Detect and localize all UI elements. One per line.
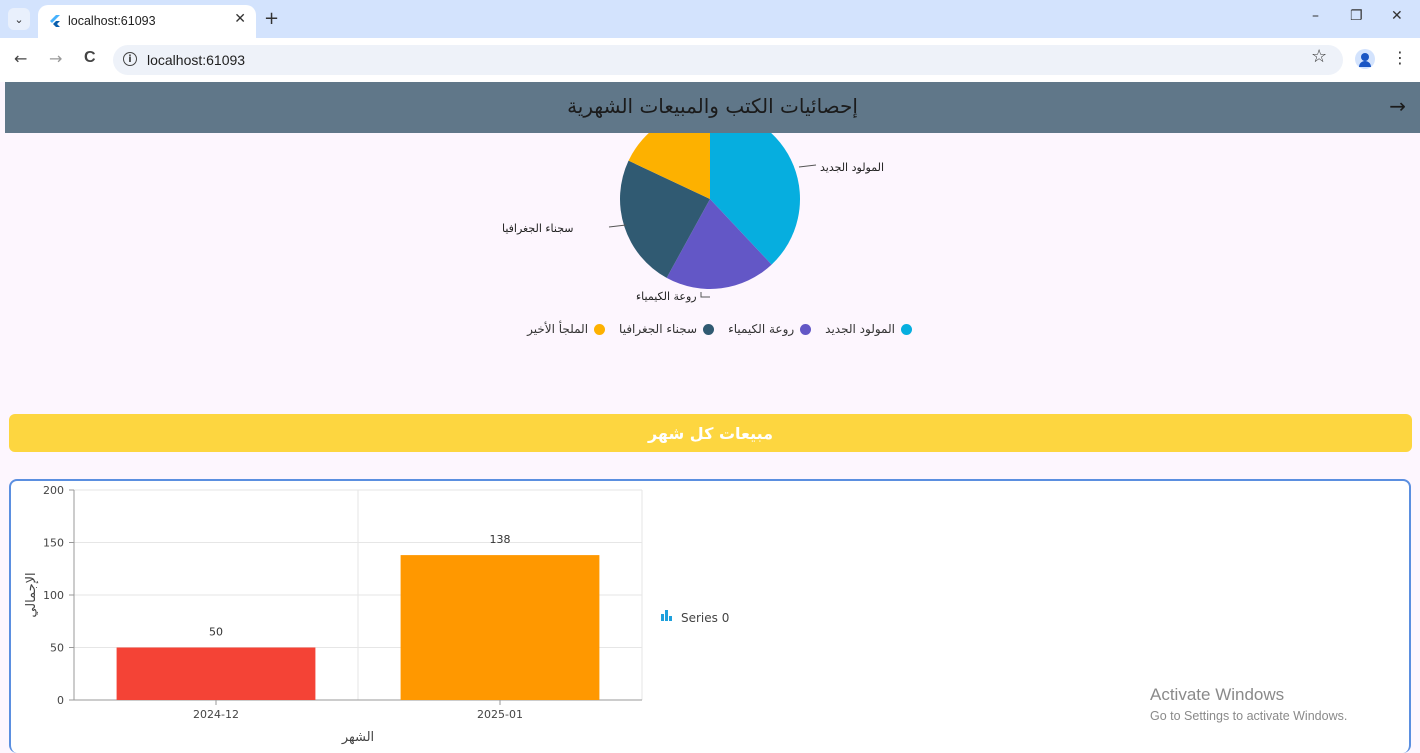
legend-item[interactable]: الملجأ الأخير [527, 322, 606, 336]
x-axis-title: الشهر [341, 730, 374, 745]
x-tick-label: 2024-12 [193, 708, 239, 721]
browser-toolbar: ← → C i localhost:61093 ☆ ⋮ [0, 38, 1420, 82]
bookmark-star-icon[interactable]: ☆ [1311, 46, 1327, 67]
browser-tab[interactable]: localhost:61093 ✕ [38, 5, 256, 38]
legend-item[interactable]: سجناء الجغرافيا [619, 322, 715, 336]
pie-legend-icon [594, 323, 606, 335]
bar[interactable] [400, 555, 600, 700]
pie-label-connector [608, 224, 627, 228]
y-tick-label: 50 [50, 642, 64, 655]
browser-menu-icon[interactable]: ⋮ [1392, 48, 1408, 67]
y-tick-label: 150 [43, 537, 64, 550]
y-tick-label: 0 [57, 694, 64, 707]
bar-data-label: 138 [490, 533, 511, 546]
flutter-favicon-icon [50, 15, 60, 27]
url-text: localhost:61093 [147, 52, 246, 68]
pie-chart [608, 133, 817, 298]
y-tick-label: 100 [43, 589, 64, 602]
watermark-line-2: Go to Settings to activate Windows. [1150, 709, 1348, 723]
bar[interactable] [116, 647, 316, 701]
bar-legend-label: Series 0 [681, 611, 729, 625]
pie-label-connector [700, 292, 710, 298]
app-bar: إحصائيات الكتب والمبيعات الشهرية → [5, 82, 1420, 133]
tab-close-icon[interactable]: ✕ [234, 11, 246, 27]
window-close-button[interactable]: ✕ [1391, 8, 1403, 24]
reload-button[interactable]: C [84, 49, 96, 67]
legend-label: روعة الكيمياء [728, 322, 795, 336]
activate-windows-watermark: Activate Windows Go to Settings to activ… [1150, 685, 1347, 723]
bar-chart-icon [661, 610, 672, 621]
y-tick-label: 200 [43, 484, 64, 497]
address-bar[interactable]: i localhost:61093 [113, 45, 1343, 75]
minimize-button[interactable]: – [1312, 8, 1319, 24]
bar-data-label: 50 [209, 626, 223, 639]
bar-legend-item[interactable]: Series 0 [661, 610, 729, 625]
pie-label-newborn: المولود الجديد [820, 161, 884, 174]
pie-label-chemistry: روعة الكيمياء [636, 290, 697, 303]
back-button[interactable]: ← [14, 49, 27, 68]
page-title: إحصائيات الكتب والمبيعات الشهرية [567, 94, 858, 118]
legend-item[interactable]: المولود الجديد [825, 322, 912, 336]
legend-label: المولود الجديد [825, 322, 895, 336]
back-arrow-icon[interactable]: → [1389, 94, 1406, 118]
pie-legend-icon [800, 323, 812, 335]
new-tab-button[interactable]: + [264, 8, 279, 29]
pie-label-connector [798, 164, 817, 168]
profile-avatar[interactable] [1355, 49, 1375, 69]
browser-tabstrip: ⌄ localhost:61093 ✕ + – ❐ ✕ [0, 0, 1420, 38]
legend-label: الملجأ الأخير [527, 322, 589, 336]
restore-button[interactable]: ❐ [1350, 8, 1363, 24]
banner-title: مبيعات كل شهر [647, 424, 774, 443]
pie-legend-icon [901, 323, 912, 335]
tab-title: localhost:61093 [68, 14, 156, 28]
pie-label-geography: سجناء الجغرافيا [502, 222, 574, 235]
tab-search-button[interactable]: ⌄ [8, 8, 30, 30]
site-info-icon[interactable]: i [123, 52, 137, 66]
monthly-sales-banner: مبيعات كل شهر [9, 414, 1412, 452]
watermark-line-1: Activate Windows [1150, 685, 1285, 704]
forward-button[interactable]: → [49, 49, 62, 68]
legend-label: سجناء الجغرافيا [619, 322, 698, 336]
pie-legend-icon [703, 323, 715, 335]
legend-item[interactable]: روعة الكيمياء [728, 322, 812, 336]
x-tick-label: 2025-01 [477, 708, 523, 721]
y-axis-title: الإجمالي [24, 572, 39, 617]
pie-legend: المولود الجديد روعة الكيمياء سجناء الجغر… [513, 322, 912, 336]
pie-chart-area: المولود الجديد روعة الكيمياء سجناء الجغر… [0, 133, 1420, 403]
